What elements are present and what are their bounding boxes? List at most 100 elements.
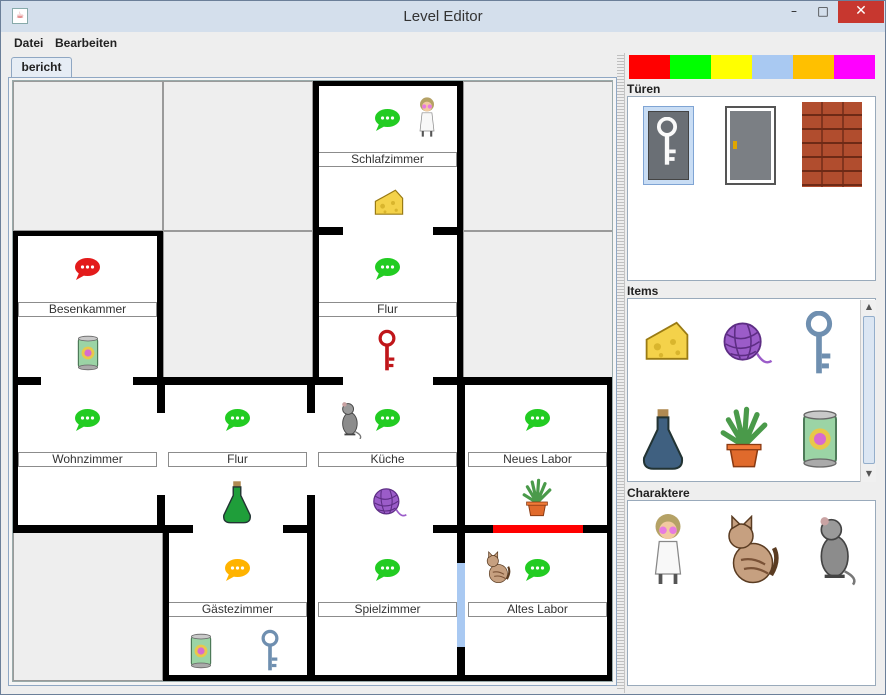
close-button[interactable]: ✕	[838, 1, 884, 23]
room-label: Gästezimmer	[168, 602, 307, 617]
wall	[13, 381, 18, 531]
wall	[13, 525, 163, 533]
room-label: Schlafzimmer	[318, 152, 457, 167]
menu-datei[interactable]: Datei	[14, 36, 43, 50]
wall	[13, 231, 163, 236]
wall	[313, 81, 463, 86]
wall	[13, 231, 18, 381]
speech-bubble-icon[interactable]	[374, 408, 401, 432]
key-icon[interactable]	[376, 329, 398, 375]
window-title: Level Editor	[403, 8, 483, 25]
plant-icon[interactable]	[521, 477, 553, 519]
speech-bubble-icon[interactable]	[374, 257, 401, 281]
empty-cell[interactable]	[463, 231, 612, 381]
room-label: Küche	[318, 452, 457, 467]
key-door-icon[interactable]	[643, 106, 694, 185]
wall	[313, 377, 343, 385]
speech-bubble-icon[interactable]	[524, 408, 551, 432]
key-icon[interactable]	[259, 629, 281, 675]
speech-bubble-icon[interactable]	[74, 408, 101, 432]
potion-bottle-icon[interactable]	[221, 479, 253, 525]
room-neues-labor[interactable]: Neues Labor	[463, 381, 612, 531]
title-bar: ☕ Level Editor – □ ✕	[1, 1, 885, 32]
empty-cell[interactable]	[13, 81, 163, 231]
items-section-title: Items	[627, 284, 659, 298]
room-flur-top[interactable]: Flur	[313, 231, 463, 381]
color-swatch-yellow[interactable]	[711, 55, 752, 79]
room-gaestezimmer[interactable]: Gästezimmer	[163, 531, 313, 681]
cat-icon[interactable]	[483, 551, 511, 585]
wall	[457, 531, 465, 563]
cheese-icon[interactable]	[643, 317, 691, 367]
scroll-up-arrow-icon[interactable]: ▲	[861, 300, 877, 314]
plant-icon[interactable]	[718, 403, 770, 473]
wall	[307, 495, 315, 681]
speech-bubble-icon[interactable]	[224, 558, 251, 582]
room-altes-labor[interactable]: Altes Labor	[463, 531, 612, 681]
room-label: Besenkammer	[18, 302, 157, 317]
wall	[157, 381, 165, 413]
empty-cell[interactable]	[463, 81, 612, 231]
wall	[307, 381, 315, 413]
rat-icon[interactable]	[335, 399, 363, 439]
can-icon[interactable]	[800, 407, 840, 471]
items-scrollbar[interactable]: ▲ ▼	[860, 300, 876, 482]
room-wohnzimmer[interactable]: Wohnzimmer	[13, 381, 163, 531]
speech-bubble-icon[interactable]	[374, 558, 401, 582]
minimize-button[interactable]: –	[779, 1, 809, 23]
color-swatch-green[interactable]	[670, 55, 711, 79]
key-icon[interactable]	[802, 311, 836, 379]
wall	[283, 525, 313, 533]
can-icon[interactable]	[76, 333, 100, 373]
brick-wall-icon[interactable]	[802, 102, 862, 187]
menu-bar: Datei Bearbeiten	[1, 32, 885, 54]
wall	[313, 81, 319, 231]
room-label: Flur	[318, 302, 457, 317]
scroll-thumb[interactable]	[863, 316, 875, 464]
wall	[583, 525, 612, 533]
professor-icon[interactable]	[643, 507, 693, 591]
room-label: Wohnzimmer	[18, 452, 157, 467]
room-label: Spielzimmer	[318, 602, 457, 617]
speech-bubble-icon[interactable]	[74, 257, 101, 281]
scroll-down-arrow-icon[interactable]: ▼	[861, 467, 877, 481]
color-swatch-blue[interactable]	[752, 55, 793, 79]
cheese-icon[interactable]	[373, 185, 405, 221]
room-spielzimmer[interactable]: Spielzimmer	[313, 531, 463, 681]
wall	[163, 675, 612, 681]
empty-cell[interactable]	[163, 81, 313, 231]
characters-panel	[627, 500, 876, 686]
color-swatch-orange[interactable]	[793, 55, 834, 79]
room-kueche[interactable]: Küche	[313, 381, 463, 531]
can-icon[interactable]	[189, 631, 213, 671]
yarn-ball-icon[interactable]	[368, 483, 408, 523]
menu-bearbeiten[interactable]: Bearbeiten	[55, 36, 117, 50]
cat-icon[interactable]	[720, 515, 780, 587]
plain-door-icon[interactable]	[725, 106, 776, 185]
rat-icon[interactable]	[808, 509, 858, 587]
speech-bubble-icon[interactable]	[224, 408, 251, 432]
room-besenkammer[interactable]: Besenkammer	[13, 231, 163, 381]
wall	[457, 231, 463, 381]
color-swatch-red[interactable]	[629, 55, 670, 79]
doors-panel	[627, 96, 876, 281]
yarn-ball-icon[interactable]	[716, 315, 774, 373]
room-schlafzimmer[interactable]: Schlafzimmer	[313, 81, 463, 231]
empty-cell[interactable]	[163, 231, 313, 381]
wall	[157, 231, 163, 381]
potion-bottle-icon[interactable]	[640, 403, 686, 475]
empty-cell[interactable]	[13, 531, 163, 681]
speech-bubble-icon[interactable]	[374, 108, 401, 132]
level-grid[interactable]: Schlafzimmer Besenkammer Flur Wohnzimmer…	[12, 80, 613, 682]
professor-icon[interactable]	[413, 95, 441, 139]
room-flur-mid[interactable]: Flur	[163, 381, 313, 531]
wall	[457, 81, 463, 231]
characters-section-title: Charaktere	[627, 486, 690, 500]
split-pane-divider[interactable]	[617, 53, 624, 689]
blue-door[interactable]	[457, 563, 465, 647]
speech-bubble-icon[interactable]	[524, 558, 551, 582]
color-swatch-magenta[interactable]	[834, 55, 875, 79]
maximize-button[interactable]: □	[809, 1, 837, 23]
red-door[interactable]	[493, 525, 583, 533]
tab-bericht[interactable]: bericht	[11, 57, 72, 77]
